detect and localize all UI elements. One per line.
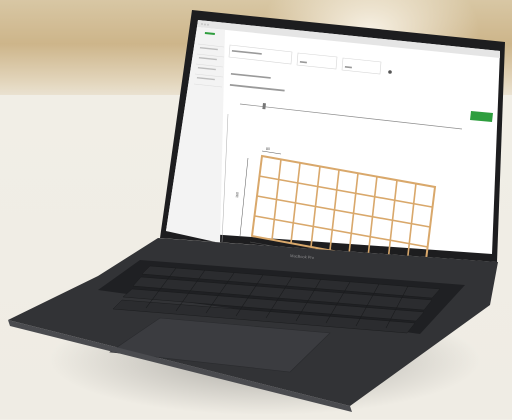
- dim-top-label: 80: [266, 147, 270, 151]
- window-dot: [204, 23, 206, 26]
- dim-left-label: 160: [235, 192, 240, 198]
- info-icon[interactable]: [388, 70, 392, 74]
- window-dot: [201, 23, 203, 25]
- zoom-slider-knob[interactable]: [262, 103, 266, 110]
- window-dot: [207, 23, 209, 26]
- laptop: 80 160 800 80 MacBook Pro: [8, 10, 505, 412]
